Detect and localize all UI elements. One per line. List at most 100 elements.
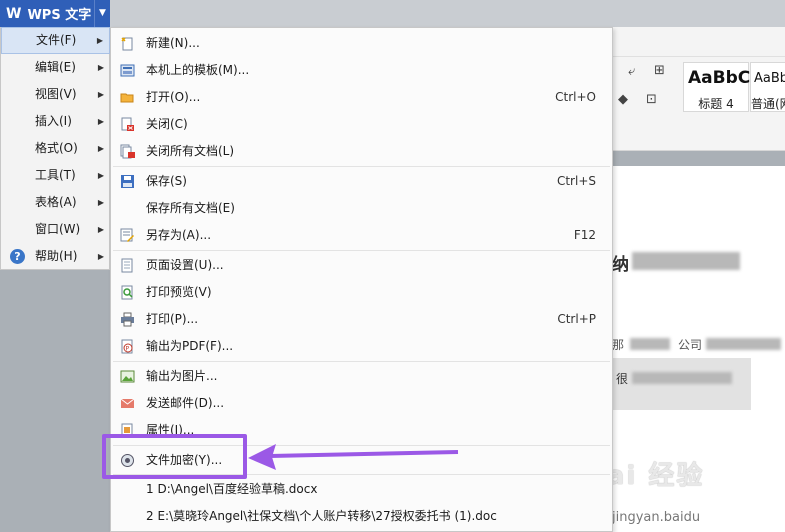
pdf-icon: P <box>121 339 133 354</box>
menu-label: 页面设置(U)... <box>146 258 224 272</box>
menu-item-table[interactable]: 表格(A) ▶ <box>1 189 110 216</box>
menu-save-as[interactable]: 另存为(A)... F12 <box>111 222 612 249</box>
menu-send-mail[interactable]: 发送邮件(D)... <box>111 390 612 417</box>
save-icon <box>121 175 134 188</box>
main-menu: 文件(F) ▶ 编辑(E) ▶ 视图(V) ▶ 插入(I) ▶ 格式(O) ▶ 工具(T)… <box>0 27 110 270</box>
menu-recent-file-2[interactable]: 2 E:\莫晓玲Angel\社保文档\个人账户转移\27授权委托书 (1).do… <box>111 503 612 530</box>
menu-page-setup[interactable]: 页面设置(U)... <box>111 252 612 279</box>
menu-export-image[interactable]: 输出为图片... <box>111 363 612 390</box>
doc-line-c: 很 <box>616 372 629 386</box>
new-doc-icon <box>121 37 133 51</box>
menu-item-file[interactable]: 文件(F) ▶ <box>1 27 110 54</box>
menu-print[interactable]: 打印(P)... Ctrl+P <box>111 306 612 333</box>
close-doc-icon <box>121 117 134 131</box>
menu-item-label: 窗口(W) <box>35 222 81 236</box>
menu-item-format[interactable]: 格式(O) ▶ <box>1 135 110 162</box>
menu-item-label: 帮助(H) <box>35 249 78 263</box>
printer-icon <box>121 312 134 327</box>
menu-item-label: 插入(I) <box>35 114 72 128</box>
menu-close[interactable]: 关闭(C) <box>111 111 612 138</box>
menu-label: 输出为PDF(F)... <box>146 339 234 353</box>
chevron-right-icon: ▶ <box>97 144 104 153</box>
menu-close-all[interactable]: 关闭所有文档(L) <box>111 138 612 165</box>
page-setup-icon <box>121 258 133 273</box>
wps-menu-button[interactable]: W WPS 文字 ▼ <box>0 0 110 27</box>
chevron-down-icon[interactable]: ▼ <box>94 0 110 27</box>
menu-item-label: 视图(V) <box>35 87 77 101</box>
menu-label: 打印预览(V) <box>146 285 212 299</box>
doc-line-b: 公司 <box>678 338 703 352</box>
menu-recent-file-1[interactable]: 1 D:\Angel\百度经验草稿.docx <box>111 476 612 503</box>
format-brush-icon[interactable]: ⤶ <box>628 64 635 79</box>
doc-heading: 纳 <box>612 255 629 275</box>
help-icon: ? <box>10 249 25 264</box>
menu-save-all[interactable]: 保存所有文档(E) <box>111 195 612 222</box>
menu-label: 输出为图片... <box>146 369 218 383</box>
style-normal[interactable]: AaBb 普通(网 <box>750 62 785 112</box>
redacted-text <box>630 338 670 350</box>
table-icon[interactable]: ⊞ <box>654 63 665 78</box>
chevron-right-icon: ▶ <box>97 252 104 261</box>
menu-item-label: 表格(A) <box>35 195 77 209</box>
menu-item-window[interactable]: 窗口(W) ▶ <box>1 216 110 243</box>
chevron-right-icon: ▶ <box>97 90 104 99</box>
print-preview-icon <box>121 285 133 300</box>
menu-print-preview[interactable]: 打印预览(V) <box>111 279 612 306</box>
menu-item-label: 格式(O) <box>35 141 78 155</box>
menu-new[interactable]: 新建(N)... <box>111 30 612 57</box>
template-icon <box>120 64 135 77</box>
style-heading4[interactable]: AaBbC 标题 4 <box>683 62 750 112</box>
image-export-icon <box>120 370 135 383</box>
chevron-right-icon: ▶ <box>97 171 104 180</box>
menu-item-label: 编辑(E) <box>35 60 76 74</box>
menu-label: 发送邮件(D)... <box>146 396 225 410</box>
menu-separator <box>113 166 610 167</box>
shortcut: Ctrl+P <box>557 312 596 326</box>
menu-separator <box>113 250 610 251</box>
menu-label: 保存(S) <box>146 174 187 188</box>
fill-color-icon[interactable]: ◆ <box>618 92 628 107</box>
menu-export-pdf[interactable]: P 输出为PDF(F)... <box>111 333 612 360</box>
chevron-right-icon: ▶ <box>96 36 103 45</box>
menu-open[interactable]: 打开(O)... Ctrl+O <box>111 84 612 111</box>
shortcut: Ctrl+S <box>556 174 596 188</box>
folder-open-icon <box>120 93 134 103</box>
menu-label: 新建(N)... <box>146 36 200 50</box>
menu-label: 1 D:\Angel\百度经验草稿.docx <box>146 482 318 496</box>
app-title: WPS 文字 <box>27 8 92 23</box>
menu-save[interactable]: 保存(S) Ctrl+S <box>111 168 612 195</box>
redacted-text <box>632 252 740 270</box>
mail-icon <box>120 398 135 408</box>
menu-templates[interactable]: 本机上的模板(M)... <box>111 57 612 84</box>
menu-item-label: 工具(T) <box>35 168 76 182</box>
chevron-right-icon: ▶ <box>97 225 104 234</box>
svg-text:P: P <box>126 346 130 353</box>
menu-item-tools[interactable]: 工具(T) ▶ <box>1 162 110 189</box>
doc-table <box>612 358 751 410</box>
menu-label: 另存为(A)... <box>146 228 212 242</box>
menu-label: 打印(P)... <box>146 312 199 326</box>
menu-label: 关闭所有文档(L) <box>146 144 235 158</box>
menu-item-edit[interactable]: 编辑(E) ▶ <box>1 54 110 81</box>
menu-separator <box>113 361 610 362</box>
menu-label: 关闭(C) <box>146 117 188 131</box>
chevron-right-icon: ▶ <box>97 63 104 72</box>
wps-logo-icon: W <box>6 5 22 22</box>
menu-label: 本机上的模板(M)... <box>146 63 250 77</box>
menu-item-help[interactable]: ? 帮助(H) ▶ <box>1 243 110 270</box>
close-all-icon <box>120 144 135 159</box>
menu-item-insert[interactable]: 插入(I) ▶ <box>1 108 110 135</box>
shortcut: Ctrl+O <box>555 90 596 104</box>
menu-item-label: 文件(F) <box>36 33 77 47</box>
redacted-text <box>706 338 781 350</box>
border-icon[interactable]: ⊡ <box>646 92 657 107</box>
menu-item-view[interactable]: 视图(V) ▶ <box>1 81 110 108</box>
chevron-right-icon: ▶ <box>97 198 104 207</box>
menu-label: 2 E:\莫晓玲Angel\社保文档\个人账户转移\27授权委托书 (1).do… <box>146 509 497 523</box>
save-as-icon <box>120 228 134 242</box>
menu-label: 打开(O)... <box>146 90 201 104</box>
menu-label: 保存所有文档(E) <box>146 201 235 215</box>
redacted-text <box>632 372 732 384</box>
chevron-right-icon: ▶ <box>97 117 104 126</box>
annotation-arrow-icon <box>248 444 459 470</box>
